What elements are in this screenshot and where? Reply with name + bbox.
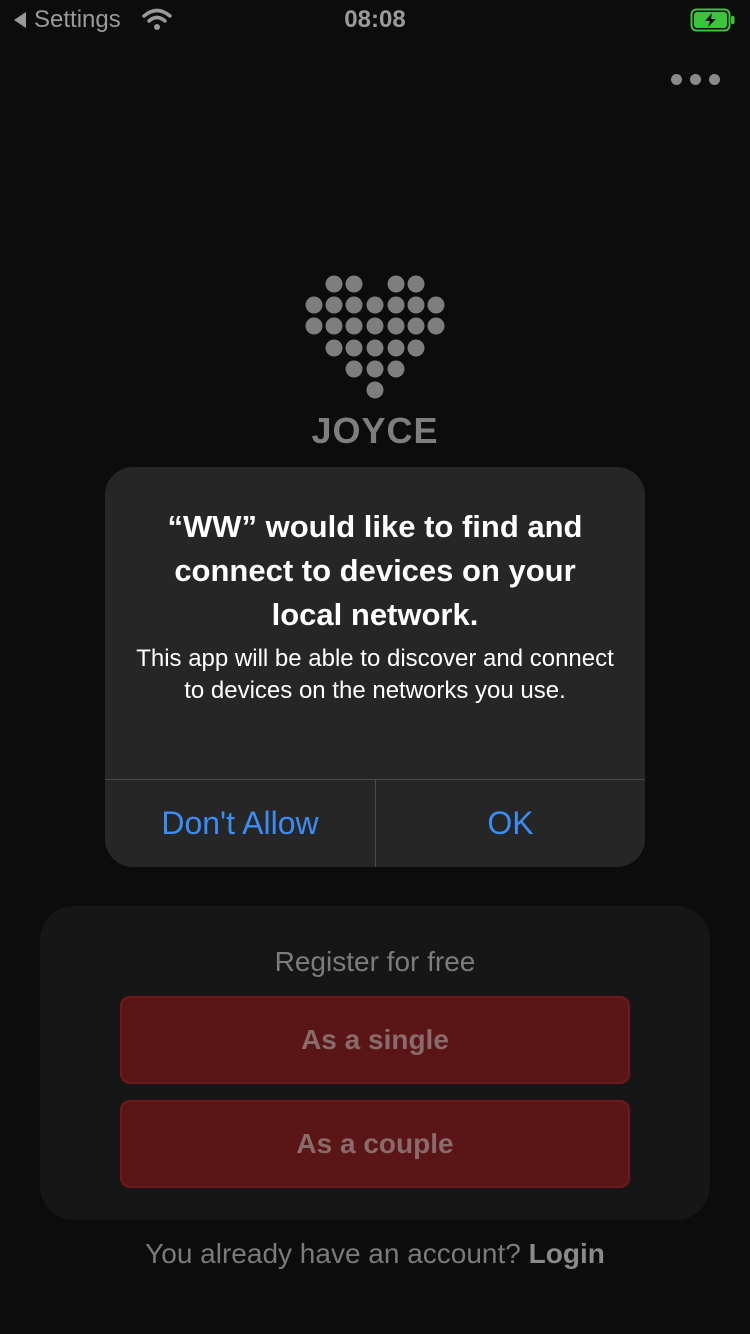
register-title: Register for free (274, 946, 476, 977)
alert-message: This app will be able to discover and co… (136, 645, 614, 704)
ok-button[interactable]: OK (376, 780, 645, 867)
status-bar: Settings 08:08 (0, 0, 750, 40)
more-options-button[interactable] (671, 74, 720, 85)
register-card: Register for free As a single As a coupl… (40, 906, 710, 1220)
register-single-button[interactable]: As a single (120, 996, 630, 1084)
more-dot-icon (709, 74, 720, 85)
login-link[interactable]: Login (529, 1238, 605, 1269)
logo-wordmark: JOYCE (311, 410, 439, 451)
dont-allow-button[interactable]: Don't Allow (105, 780, 375, 867)
more-dot-icon (671, 74, 682, 85)
alert-title: “WW” would like to find and connect to d… (167, 509, 583, 632)
local-network-permission-alert: “WW” would like to find and connect to d… (105, 467, 645, 867)
dotted-heart-logo (305, 275, 445, 399)
register-couple-button[interactable]: As a couple (120, 1100, 630, 1188)
more-dot-icon (690, 74, 701, 85)
battery-charging-icon (690, 8, 735, 32)
login-prompt: You already have an account? Login (0, 1238, 750, 1270)
app-screen: Settings 08:08 JOYCE Register for free A… (0, 0, 750, 1334)
login-prompt-text: You already have an account? (145, 1238, 529, 1269)
status-time: 08:08 (344, 6, 406, 33)
